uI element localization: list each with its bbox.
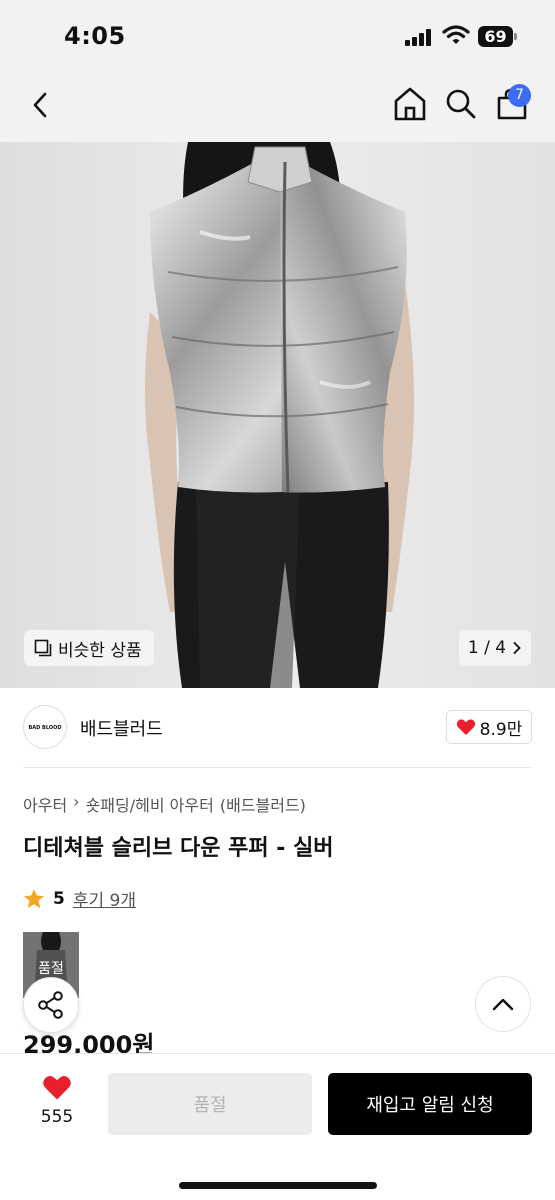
wifi-icon (442, 25, 470, 44)
brand-like-button[interactable]: 8.9만 (446, 710, 532, 744)
status-bar: 4:05 69 (0, 0, 555, 70)
similar-icon (34, 639, 52, 657)
chevron-right-icon (513, 642, 521, 654)
battery-icon: 69 (478, 26, 518, 47)
rating-value: 5 (53, 888, 65, 909)
divider (23, 767, 532, 768)
scroll-top-button[interactable] (475, 976, 531, 1032)
like-button[interactable]: 555 (26, 1074, 88, 1127)
like-count: 555 (40, 1107, 74, 1127)
breadcrumb-separator: › (73, 792, 80, 811)
share-icon (38, 991, 63, 1019)
bottom-action-bar: 555 품절 재입고 알림 신청 (0, 1053, 555, 1200)
similar-products-button[interactable]: 비슷한 상품 (24, 630, 154, 666)
similar-products-label: 비슷한 상품 (58, 640, 142, 661)
product-title: 디테쳐블 슬리브 다운 푸퍼 - 실버 (23, 836, 334, 861)
breadcrumb: 아우터 › 숏패딩/헤비 아우터 (배드블러드) (23, 792, 306, 816)
chevron-up-icon (492, 998, 514, 1011)
search-icon[interactable] (445, 87, 477, 121)
status-time: 4:05 (64, 22, 126, 50)
brand-logo[interactable]: BAD BLOOD (23, 705, 67, 749)
star-icon (24, 889, 44, 908)
rating-row: 5 후기 9개 (23, 886, 136, 911)
home-indicator (179, 1182, 377, 1189)
restock-alert-button[interactable]: 재입고 알림 신청 (328, 1073, 532, 1135)
soldout-button: 품절 (108, 1073, 312, 1135)
product-photo-illustration (0, 142, 555, 688)
breadcrumb-level1[interactable]: 아우터 (23, 792, 67, 816)
cart-count-badge: 7 (508, 84, 531, 107)
heart-icon (456, 719, 475, 735)
soldout-thumb-label: 품절 (38, 961, 64, 977)
home-icon[interactable] (393, 86, 427, 122)
battery-level: 69 (478, 26, 513, 47)
signal-icon (405, 28, 433, 46)
brand-name[interactable]: 배드블러드 (80, 715, 163, 741)
review-count-link[interactable]: 후기 9개 (73, 886, 136, 911)
heart-icon (43, 1076, 71, 1100)
image-page-indicator[interactable]: 1 / 4 (459, 630, 531, 666)
nav-bar (0, 70, 555, 142)
brand-like-count: 8.9만 (479, 719, 523, 740)
breadcrumb-level2[interactable]: 숏패딩/헤비 아우터 (86, 792, 214, 816)
brand-row[interactable]: BAD BLOOD 배드블러드 8.9만 (0, 688, 555, 768)
breadcrumb-brand[interactable]: (배드블러드) (220, 792, 306, 816)
product-image[interactable]: 비슷한 상품 1 / 4 (0, 142, 555, 688)
back-icon[interactable] (28, 90, 52, 120)
page-indicator-text: 1 / 4 (467, 638, 507, 658)
